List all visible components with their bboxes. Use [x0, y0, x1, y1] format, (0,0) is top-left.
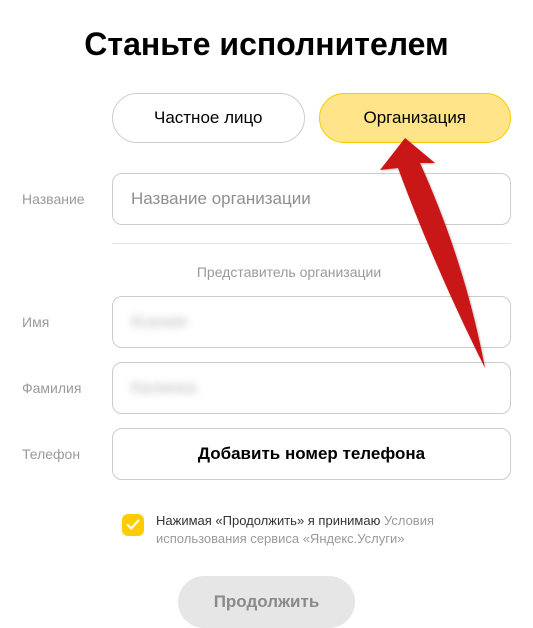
label-phone: Телефон — [22, 446, 112, 462]
firstname-input[interactable]: Ксения — [112, 296, 511, 348]
tab-private[interactable]: Частное лицо — [112, 93, 305, 143]
add-phone-button[interactable]: Добавить номер телефона — [112, 428, 511, 480]
org-name-input[interactable] — [112, 173, 511, 225]
terms-text: Нажимая «Продолжить» я принимаю Условия … — [156, 512, 456, 548]
terms-checkbox[interactable] — [122, 514, 144, 536]
page-title: Станьте исполнителем — [22, 26, 511, 63]
account-type-tabs: Частное лицо Организация — [112, 93, 511, 143]
terms-prefix: Нажимая «Продолжить» я принимаю — [156, 513, 384, 528]
label-lastname: Фамилия — [22, 380, 112, 396]
lastname-value: Калинка — [131, 378, 196, 398]
label-firstname: Имя — [22, 314, 112, 330]
continue-button[interactable]: Продолжить — [178, 576, 356, 628]
section-representative: Представитель организации — [67, 264, 511, 280]
tab-organization[interactable]: Организация — [319, 93, 512, 143]
label-org-name: Название — [22, 191, 112, 207]
check-icon — [126, 518, 140, 532]
lastname-input[interactable]: Калинка — [112, 362, 511, 414]
firstname-value: Ксения — [131, 312, 187, 332]
divider — [112, 243, 511, 244]
